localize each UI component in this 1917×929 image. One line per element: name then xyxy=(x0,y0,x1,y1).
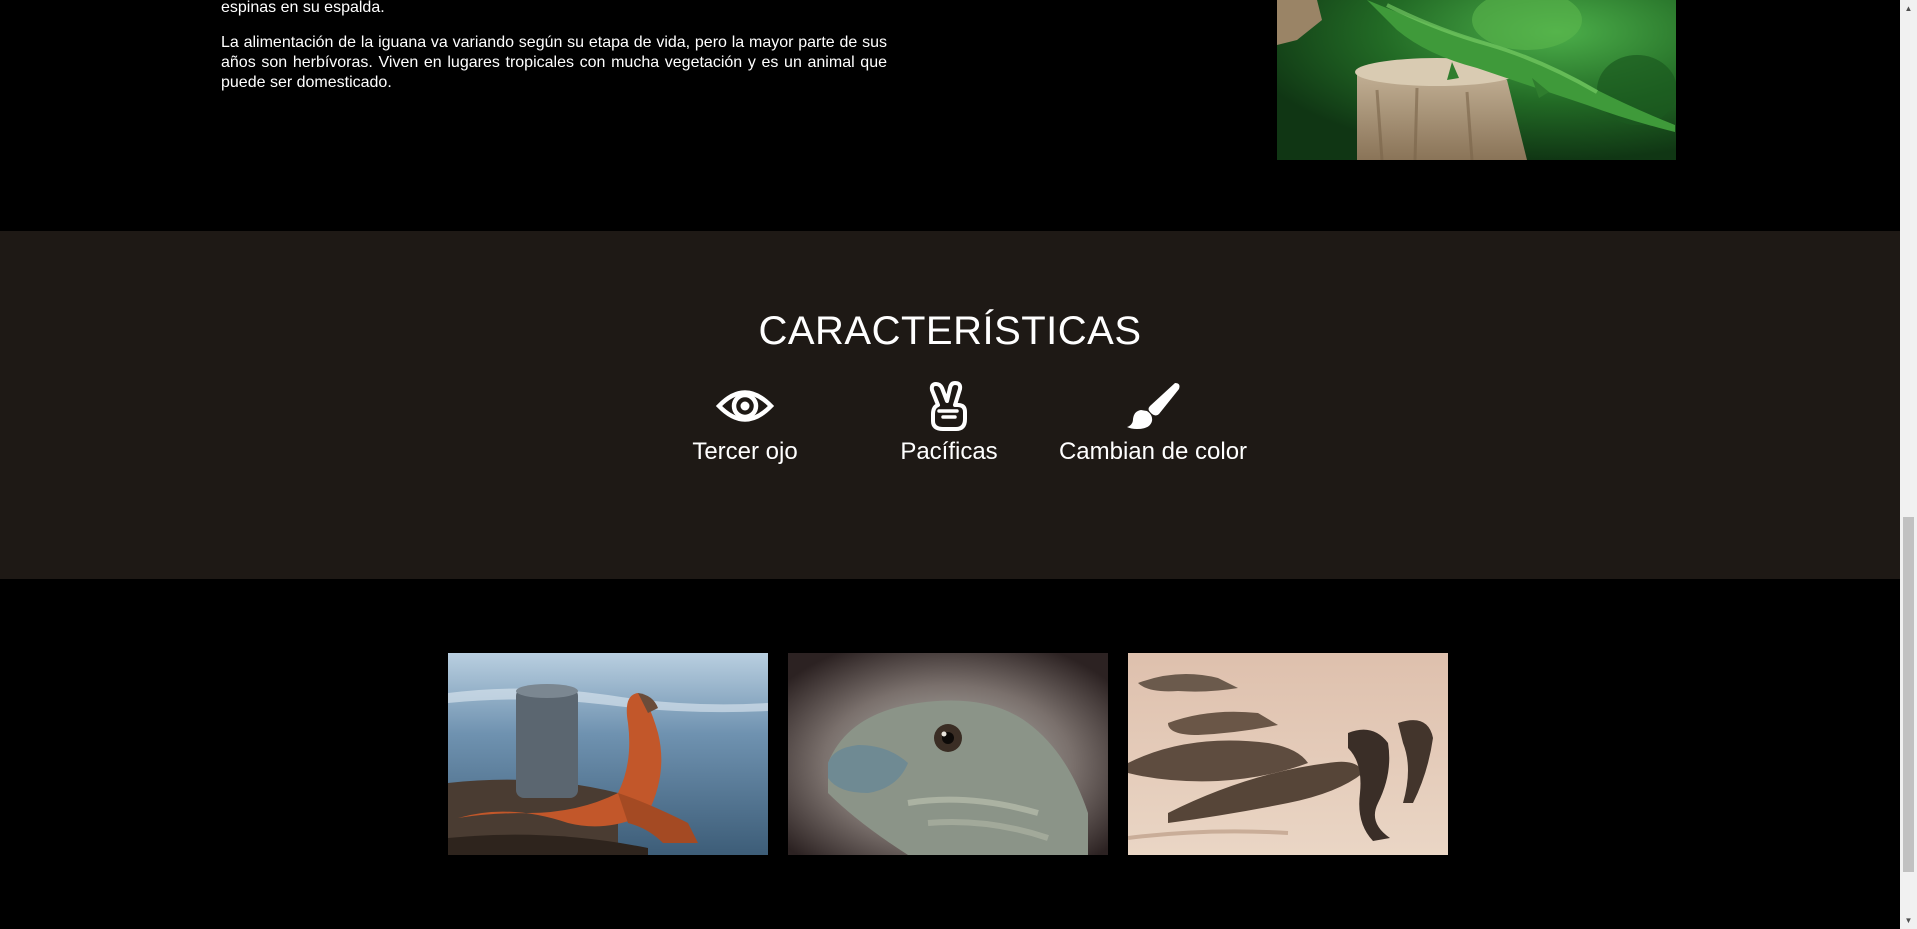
scrollbar-thumb[interactable] xyxy=(1903,517,1914,872)
gallery-image-iguana-group xyxy=(1128,653,1448,855)
eye-icon xyxy=(715,390,775,422)
feature-tercer-ojo: Tercer ojo xyxy=(640,381,850,467)
iguana-photo xyxy=(1277,0,1676,160)
feature-pacificas: Pacíficas xyxy=(844,381,1054,467)
about-paragraph-1: una coloración con tonos verdes y al ir … xyxy=(221,0,385,16)
gallery-image-sea-iguana xyxy=(448,653,768,855)
about-paragraph-2: La alimentación de la iguana va variando… xyxy=(221,34,887,91)
about-section: una coloración con tonos verdes y al ir … xyxy=(0,0,1900,231)
about-text: una coloración con tonos verdes y al ir … xyxy=(221,0,887,108)
gallery-image-iguana-head-art xyxy=(788,653,1108,855)
gallery-section xyxy=(0,579,1900,929)
gallery-image-iguana-group-art xyxy=(1128,653,1448,855)
viewport: una coloración con tonos verdes y al ir … xyxy=(0,0,1900,929)
scroll-up-arrow-icon[interactable]: ▲ xyxy=(1900,0,1917,17)
feature-label: Pacíficas xyxy=(900,438,998,465)
peace-hand-icon xyxy=(929,381,967,431)
iguana-photo-art xyxy=(1277,0,1676,160)
feature-cambian-de-color: Cambian de color xyxy=(1048,381,1258,467)
paint-brush-icon xyxy=(1127,383,1180,429)
page: una coloración con tonos verdes y al ir … xyxy=(0,0,1917,929)
features-section: CARACTERÍSTICAS Tercer ojo Pacíficas Cam… xyxy=(0,231,1900,579)
gallery-image-iguana-head xyxy=(788,653,1108,855)
features-title: CARACTERÍSTICAS xyxy=(758,309,1142,353)
feature-label: Cambian de color xyxy=(1058,438,1248,465)
vertical-scrollbar[interactable]: ▲ ▼ xyxy=(1900,0,1917,929)
scroll-down-arrow-icon[interactable]: ▼ xyxy=(1900,912,1917,929)
feature-label: Tercer ojo xyxy=(692,438,798,465)
gallery-image-sea-iguana-art xyxy=(448,653,768,855)
